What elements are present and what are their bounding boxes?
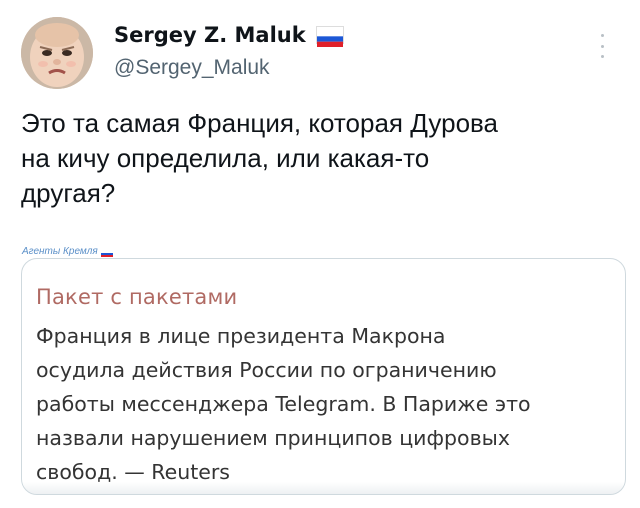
card-bottom-fade — [22, 482, 625, 494]
author-display-name[interactable]: Sergey Z. Maluk — [114, 22, 306, 48]
attached-image-card[interactable]: Пакет с пакетами Франция в лице президен… — [21, 258, 626, 495]
author-info: Sergey Z. Maluk @Sergey_Maluk — [114, 22, 344, 80]
small-russia-flag-icon — [100, 249, 113, 257]
channel-watermark: Агенты Кремля — [22, 246, 113, 257]
card-body-text: Франция в лице президента Макрона осудил… — [36, 324, 531, 484]
author-name-row[interactable]: Sergey Z. Maluk — [114, 22, 344, 48]
card-header: Пакет с пакетами — [36, 285, 238, 309]
avatar[interactable] — [21, 17, 93, 89]
russia-flag-icon — [315, 26, 344, 47]
tweet: Sergey Z. Maluk @Sergey_Maluk Это та сам… — [0, 0, 640, 508]
tweet-text: Это та самая Франция, которая Дурова на … — [21, 108, 499, 208]
baby-avatar-icon — [21, 17, 93, 89]
more-options-icon[interactable] — [598, 34, 606, 58]
author-handle[interactable]: @Sergey_Maluk — [114, 56, 344, 80]
channel-name: Агенты Кремля — [22, 246, 98, 257]
